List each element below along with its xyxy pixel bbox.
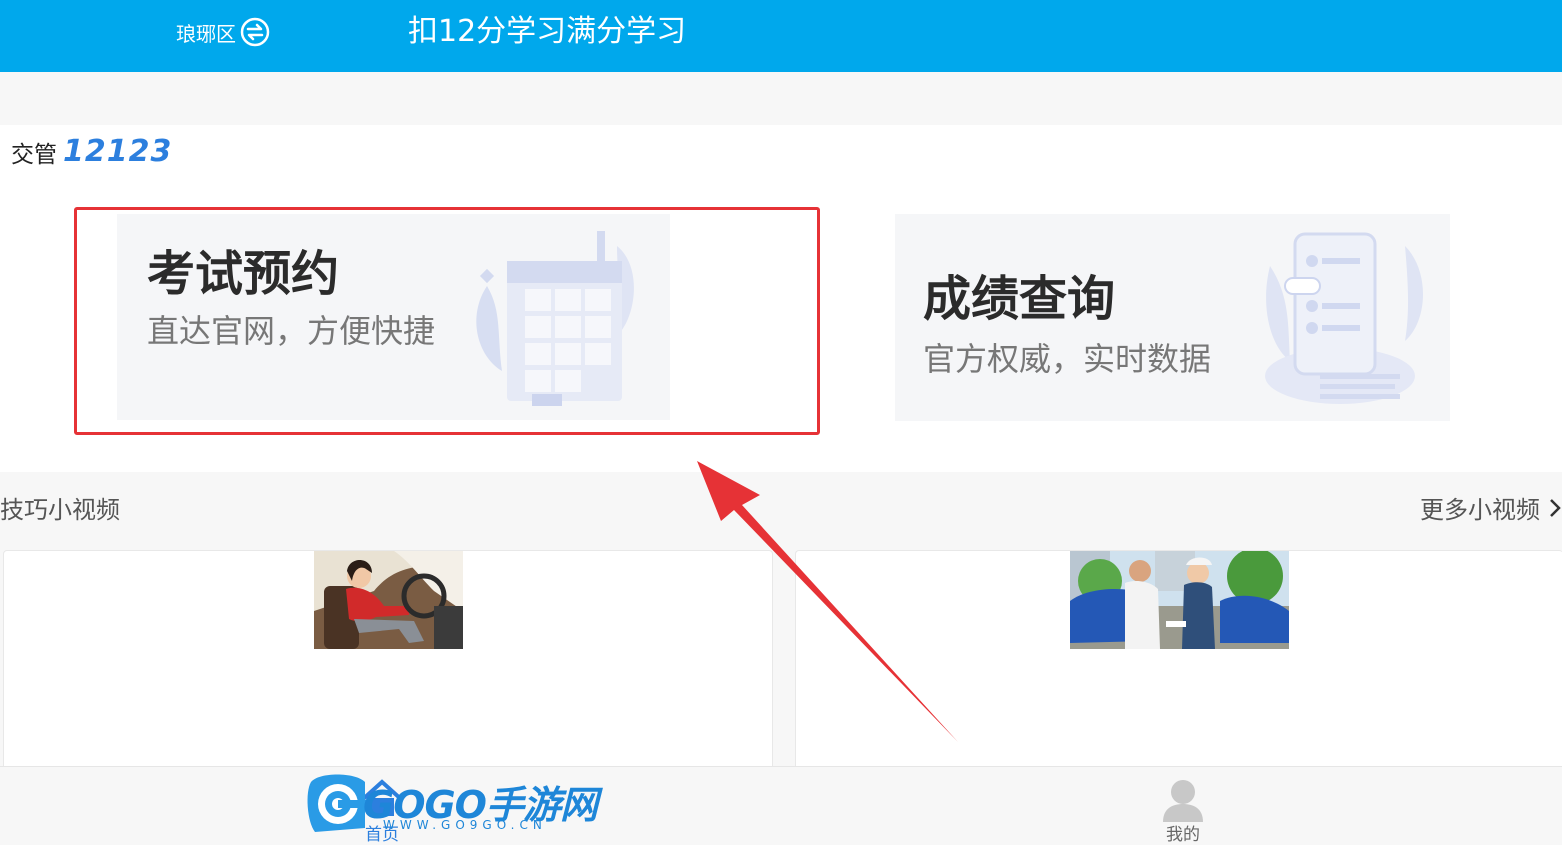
video-thumbnail-driver [314, 551, 463, 649]
bottom-nav [0, 766, 1562, 842]
more-videos-link[interactable]: 更多小视频 [1420, 490, 1562, 525]
watermark-url: WWW.GO9GO.CN [383, 818, 547, 832]
chevron-right-icon [1550, 498, 1561, 517]
brand-logo: 交管 12123 [11, 134, 172, 169]
score-query-subtitle: 官方权威，实时数据 [923, 340, 1212, 378]
score-query-card[interactable]: 成绩查询 官方权威，实时数据 [895, 214, 1450, 421]
video-section-header [0, 472, 1562, 550]
nav-mine-label: 我的 [1166, 825, 1200, 845]
page-title: 扣12分学习满分学习 [408, 14, 687, 49]
video-section-title: 技巧小视频 [0, 496, 120, 524]
video-thumbnail-police [1070, 551, 1289, 649]
user-icon [1163, 780, 1203, 822]
phone-report-icon [1265, 232, 1424, 404]
region-label: 琅琊区 [176, 21, 236, 46]
brand-number: 12123 [63, 134, 173, 169]
highlight-annotation-box [74, 207, 820, 435]
nav-mine[interactable]: 我的 [1123, 766, 1243, 845]
region-selector[interactable]: 琅琊区 [176, 17, 270, 47]
brand-text: 交管 [11, 141, 57, 168]
video-card-police[interactable] [795, 550, 1562, 772]
more-videos-label: 更多小视频 [1420, 496, 1540, 524]
video-card-driving[interactable] [3, 550, 773, 772]
switch-region-icon [240, 17, 270, 47]
site-watermark: GOGO手游网 WWW.GO9GO.CN [305, 772, 598, 834]
score-query-title: 成绩查询 [923, 271, 1116, 327]
